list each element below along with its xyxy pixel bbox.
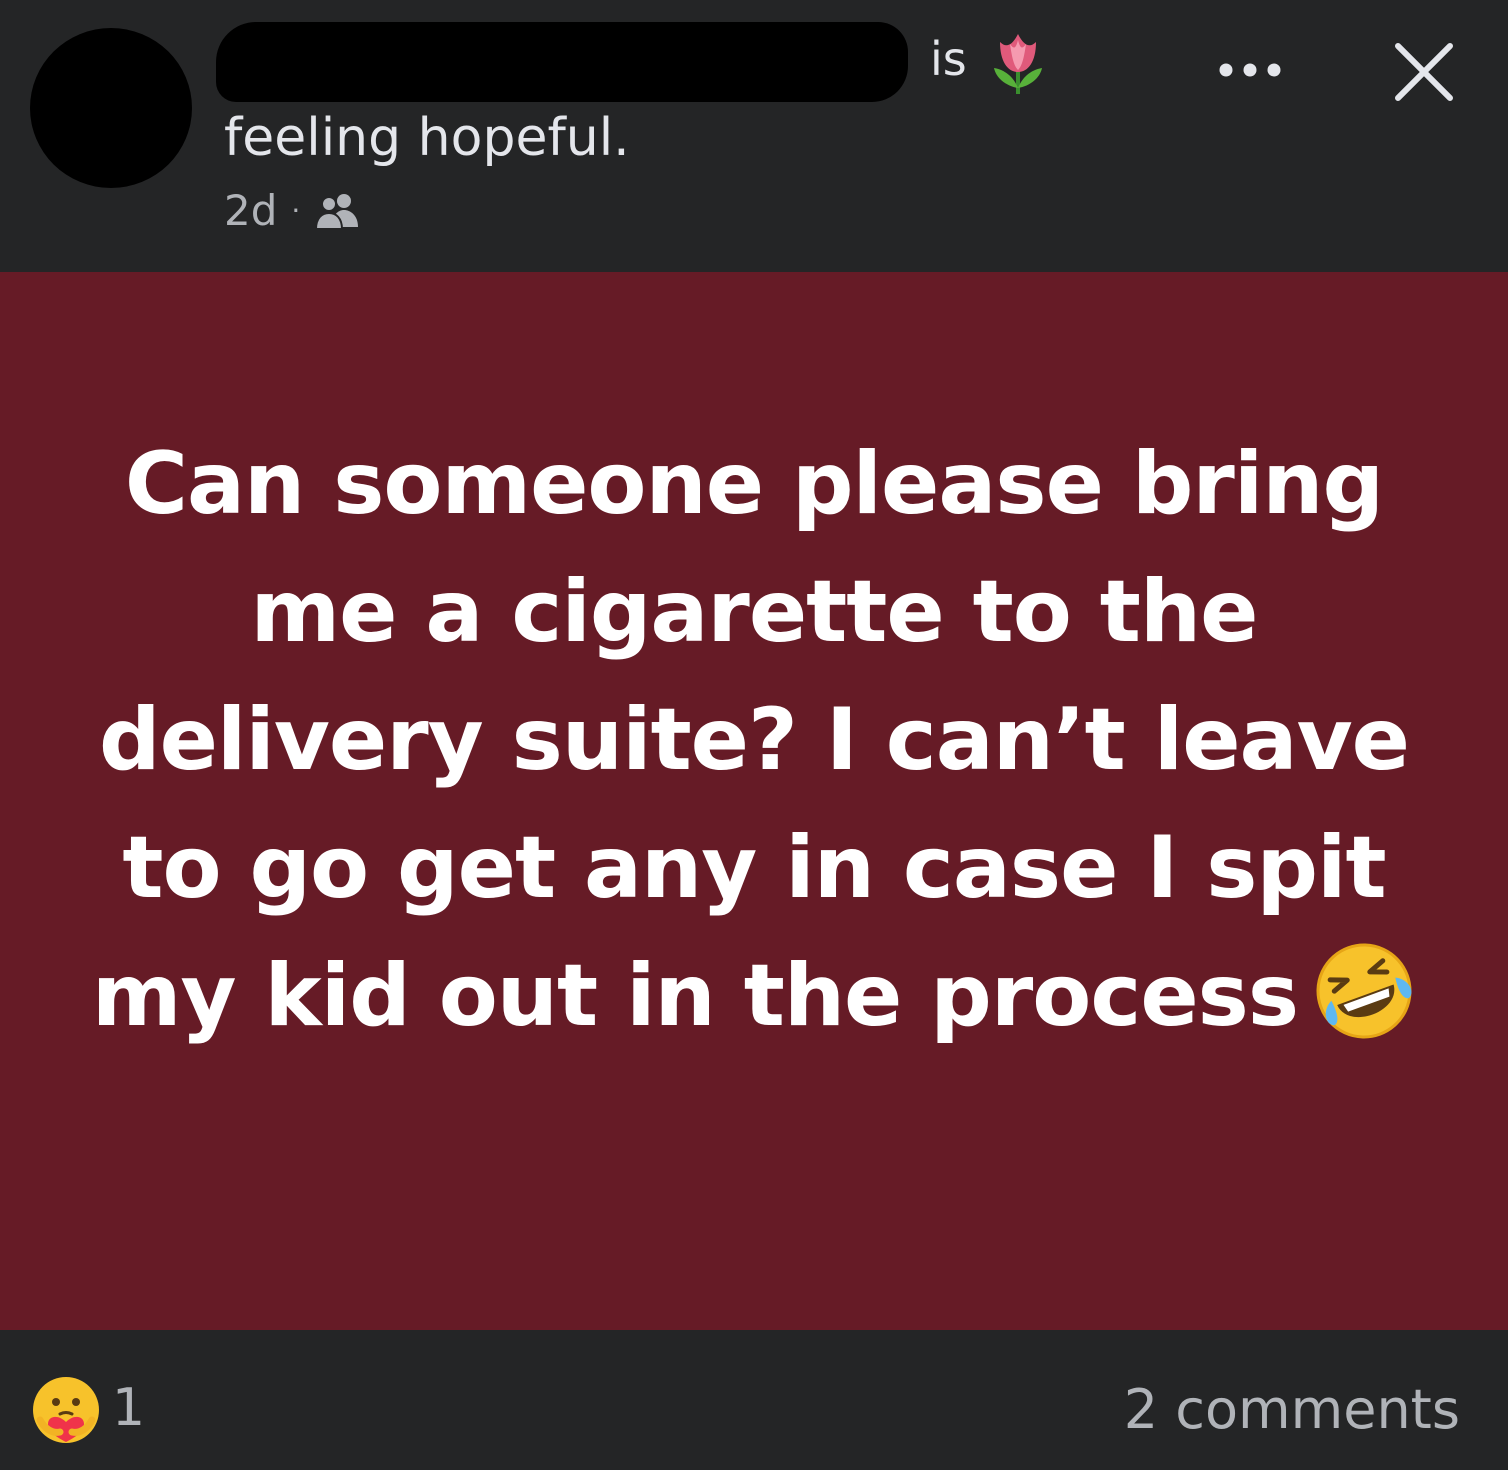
close-icon[interactable] xyxy=(1390,38,1458,106)
tulip-icon xyxy=(994,34,1042,94)
post-meta: 2d · xyxy=(224,186,362,235)
post-header: is feeling hopeful. 2d · xyxy=(0,0,1508,272)
more-options-button[interactable] xyxy=(1212,50,1288,90)
care-reaction-icon[interactable] xyxy=(30,1374,102,1446)
post-text: Can someone please bring me a cigarette … xyxy=(90,420,1418,1060)
post-background-card: Can someone please bring me a cigarette … xyxy=(0,272,1508,1330)
avatar[interactable] xyxy=(30,28,192,188)
comments-link[interactable]: 2 comments xyxy=(1124,1378,1460,1441)
feeling-text: feeling hopeful. xyxy=(224,108,630,168)
timestamp[interactable]: 2d xyxy=(224,186,277,235)
post-footer: 1 2 comments xyxy=(0,1330,1508,1470)
status-verb: is xyxy=(930,32,967,86)
meta-separator: · xyxy=(291,194,301,227)
rolling-on-floor-laughing-icon xyxy=(1316,943,1412,1039)
author-name-redacted[interactable] xyxy=(216,22,908,102)
reaction-count[interactable]: 1 xyxy=(112,1378,145,1438)
friends-icon[interactable] xyxy=(314,191,362,231)
post-body: Can someone please bring me a cigarette … xyxy=(91,434,1410,1046)
